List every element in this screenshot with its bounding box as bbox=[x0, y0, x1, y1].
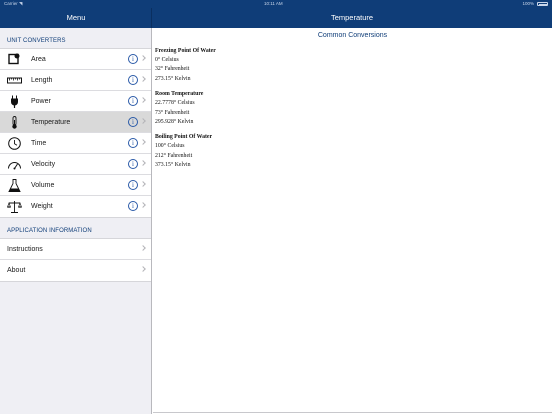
chevron-right-icon bbox=[140, 55, 146, 61]
sidebar-item-label: Volume bbox=[31, 182, 55, 189]
info-icon[interactable]: i bbox=[128, 117, 138, 127]
info-icon[interactable]: i bbox=[128, 201, 138, 211]
chevron-right-icon bbox=[140, 139, 146, 145]
info-icon[interactable]: i bbox=[128, 180, 138, 190]
info-icon[interactable]: i bbox=[128, 75, 138, 85]
conversion-block-boiling: Boiling Point Of Water 100° Celsius 212°… bbox=[155, 133, 216, 170]
sidebar-item-volume[interactable]: Volume i bbox=[0, 175, 151, 196]
content-title: Common Conversions bbox=[317, 32, 388, 39]
sidebar-item-area[interactable]: Area i bbox=[0, 49, 151, 70]
status-bar: Carrier ◥ 10:11 AM 100% bbox=[0, 0, 552, 8]
unit-converters-header: UNIT CONVERTERS bbox=[7, 38, 66, 44]
sidebar-item-label: Power bbox=[31, 98, 51, 105]
sidebar-item-label: Velocity bbox=[31, 161, 56, 168]
chevron-right-icon bbox=[140, 160, 146, 166]
info-icon[interactable]: i bbox=[128, 138, 138, 148]
block-line-celsius: 0° Celsius bbox=[155, 57, 179, 63]
sidebar-item-label: About bbox=[7, 267, 26, 274]
sidebar: UNIT CONVERTERS Area i Length i Power i … bbox=[0, 28, 152, 414]
info-icon[interactable]: i bbox=[128, 159, 138, 169]
sidebar-item-label: Time bbox=[31, 140, 47, 147]
detail-nav-bar: Temperature bbox=[152, 8, 552, 28]
conversion-blocks: Freezing Point Of Water 0° Celsius 32° F… bbox=[155, 47, 216, 177]
battery-percent: 100% bbox=[522, 1, 534, 6]
detail-pane: Common Conversions Freezing Point Of Wat… bbox=[153, 28, 552, 414]
menu-title: Menu bbox=[66, 13, 86, 22]
sidebar-item-weight[interactable]: Weight i bbox=[0, 196, 151, 217]
sidebar-item-label: Weight bbox=[31, 203, 53, 210]
speedometer-icon bbox=[8, 162, 21, 170]
info-icon[interactable]: i bbox=[128, 96, 138, 106]
block-line-fahrenheit: 32° Fahrenheit bbox=[155, 66, 190, 73]
block-line-kelvin: 373.15° Kelvin bbox=[155, 162, 191, 169]
block-line-fahrenheit: 73° Fahrenheit bbox=[155, 109, 190, 116]
detail-title: Temperature bbox=[330, 13, 374, 22]
block-line-celsius: 100° Celsius bbox=[155, 143, 185, 150]
block-title: Room Temperature bbox=[155, 91, 204, 98]
sidebar-item-about[interactable]: About bbox=[0, 260, 151, 281]
app-info-header: APPLICATION INFORMATION bbox=[7, 228, 92, 234]
chevron-right-icon bbox=[140, 181, 146, 187]
thermometer-icon bbox=[12, 116, 17, 129]
carrier-label: Carrier ◥ bbox=[4, 1, 23, 6]
chevron-right-icon bbox=[140, 118, 146, 124]
plug-icon bbox=[11, 95, 18, 108]
chevron-right-icon bbox=[140, 76, 146, 82]
chevron-right-icon bbox=[140, 202, 146, 208]
sidebar-item-power[interactable]: Power i bbox=[0, 91, 151, 112]
sidebar-item-label: Temperature bbox=[31, 119, 71, 126]
bottom-divider bbox=[153, 412, 552, 413]
clock-label: 10:11 AM bbox=[264, 1, 283, 6]
block-line-kelvin: 295.928° Kelvin bbox=[155, 119, 194, 126]
sidebar-item-time[interactable]: Time i bbox=[0, 133, 151, 154]
battery-icon bbox=[537, 2, 548, 6]
converter-list: Area i Length i Power i Temperature i Ti… bbox=[0, 48, 151, 218]
menu-nav-bar: Menu bbox=[0, 8, 152, 28]
ruler-icon bbox=[7, 77, 22, 84]
block-line-celsius: 22.7778° Celsius bbox=[155, 100, 195, 107]
sidebar-item-temperature[interactable]: Temperature i bbox=[0, 112, 151, 133]
flask-icon bbox=[8, 179, 21, 192]
sidebar-item-label: Area bbox=[31, 56, 46, 63]
conversion-block-room: Room Temperature 22.7778° Celsius 73° Fa… bbox=[155, 90, 216, 127]
sidebar-item-instructions[interactable]: Instructions bbox=[0, 239, 151, 260]
app-info-list: Instructions About bbox=[0, 238, 151, 282]
block-title: Boiling Point Of Water bbox=[155, 134, 213, 141]
sidebar-item-label: Instructions bbox=[7, 246, 43, 253]
block-title: Freezing Point Of Water bbox=[155, 48, 216, 54]
sidebar-item-velocity[interactable]: Velocity i bbox=[0, 154, 151, 175]
chevron-right-icon bbox=[140, 245, 146, 251]
scale-icon bbox=[7, 201, 22, 213]
info-icon[interactable]: i bbox=[128, 54, 138, 64]
sidebar-item-label: Length bbox=[31, 77, 53, 84]
block-line-kelvin: 273.15° Kelvin bbox=[155, 75, 191, 82]
clock-icon bbox=[8, 137, 21, 150]
sidebar-item-length[interactable]: Length i bbox=[0, 70, 151, 91]
conversion-block-freezing: Freezing Point Of Water 0° Celsius 32° F… bbox=[155, 47, 216, 84]
block-line-fahrenheit: 212° Fahrenheit bbox=[155, 152, 193, 159]
area-icon bbox=[8, 53, 20, 65]
chevron-right-icon bbox=[140, 97, 146, 103]
chevron-right-icon bbox=[140, 266, 146, 272]
